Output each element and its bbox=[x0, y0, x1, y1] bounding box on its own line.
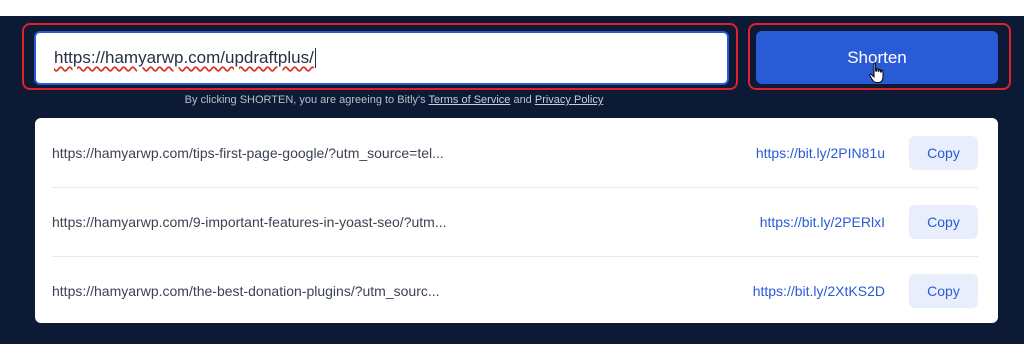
copy-button[interactable]: Copy bbox=[909, 274, 978, 308]
links-list-card: https://hamyarwp.com/tips-first-page-goo… bbox=[35, 118, 998, 323]
copy-button[interactable]: Copy bbox=[909, 135, 978, 170]
terms-notice: By clicking SHORTEN, you are agreeing to… bbox=[34, 94, 754, 106]
terms-and-text: and bbox=[510, 94, 535, 106]
text-caret bbox=[314, 48, 316, 68]
short-url-link[interactable]: https://bit.ly/2PERlxI bbox=[760, 214, 885, 230]
url-input-value: https://hamyarwp.com/updraftplus/ bbox=[54, 48, 314, 67]
terms-of-service-link[interactable]: Terms of Service bbox=[428, 94, 510, 106]
short-url-link[interactable]: https://bit.ly/2XtKS2D bbox=[753, 283, 885, 299]
privacy-policy-link[interactable]: Privacy Policy bbox=[535, 94, 603, 106]
terms-prefix-text: By clicking SHORTEN, you are agreeing to… bbox=[184, 94, 429, 106]
list-item: https://hamyarwp.com/tips-first-page-goo… bbox=[52, 118, 978, 187]
bottom-margin bbox=[0, 344, 1024, 358]
hand-pointer-icon bbox=[869, 62, 884, 83]
copy-button[interactable]: Copy bbox=[909, 205, 978, 239]
url-input[interactable]: https://hamyarwp.com/updraftplus/ bbox=[34, 31, 729, 85]
list-item: https://hamyarwp.com/the-best-donation-p… bbox=[52, 256, 978, 325]
short-url-link[interactable]: https://bit.ly/2PIN81u bbox=[756, 145, 885, 161]
top-margin bbox=[0, 0, 1024, 16]
list-item: https://hamyarwp.com/9-important-feature… bbox=[52, 187, 978, 256]
long-url: https://hamyarwp.com/9-important-feature… bbox=[52, 214, 447, 230]
long-url: https://hamyarwp.com/the-best-donation-p… bbox=[52, 283, 440, 299]
long-url: https://hamyarwp.com/tips-first-page-goo… bbox=[52, 144, 444, 161]
